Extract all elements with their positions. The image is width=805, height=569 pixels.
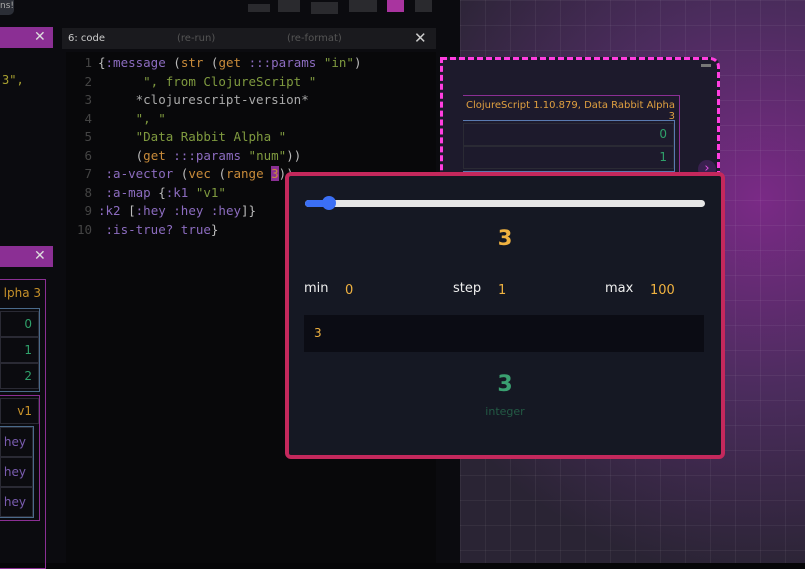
vector-item: 1	[463, 146, 674, 169]
vector-item: 2	[0, 363, 39, 389]
minimize-icon[interactable]	[701, 64, 711, 67]
code-panel-title: 6: code	[68, 33, 106, 44]
slider-thumb[interactable]	[322, 196, 336, 210]
left-result-header: ✕	[0, 246, 53, 267]
vector-item: 1	[0, 337, 39, 363]
map-box: v1 hey hey hey	[0, 395, 40, 521]
line-number: 10	[76, 221, 92, 237]
line-number: 5	[84, 129, 92, 144]
layout-icon-3[interactable]	[311, 2, 338, 14]
close-icon[interactable]: ✕	[34, 27, 46, 48]
map-value: v1	[0, 398, 39, 424]
layout-icon-2[interactable]	[278, 0, 300, 12]
rerun-button[interactable]: (re-run)	[177, 28, 215, 49]
value-input[interactable]: 3	[304, 315, 704, 352]
line-number: 9	[84, 203, 92, 218]
block-result-text: ClojureScript 1.10.879, Data Rabbit Alph…	[465, 100, 675, 122]
line-number: 2	[84, 73, 92, 89]
max-input[interactable]: 100	[650, 275, 715, 307]
result-title: lpha 3	[3, 286, 41, 300]
line-number: 1	[84, 55, 92, 70]
line-number: 6	[84, 147, 92, 163]
line-number: 7	[84, 166, 92, 181]
layout-icon-active[interactable]	[387, 0, 404, 12]
result-type: integer	[485, 405, 525, 418]
hey-item: hey	[0, 427, 33, 457]
line-number: 3	[84, 92, 92, 107]
reformat-button[interactable]: (re-format)	[287, 28, 342, 49]
code-panel-header: 6: code (re-run) (re-format) ✕	[62, 28, 436, 49]
notice-badge: ns!	[0, 0, 14, 15]
min-input[interactable]: 0	[345, 275, 410, 307]
max-label: max	[605, 281, 634, 296]
slider-popup: 3 min 0 step 1 max 100 3 3 integer	[285, 172, 725, 459]
min-label: min	[304, 281, 329, 296]
result-value: 3	[497, 372, 513, 397]
close-icon[interactable]: ✕	[34, 246, 46, 267]
hey-item: hey	[0, 487, 33, 517]
step-label: step	[453, 281, 482, 296]
step-input[interactable]: 1	[498, 275, 563, 307]
left-code-snippet: 3",	[2, 73, 24, 87]
vector-item: 0	[0, 311, 39, 337]
layout-icon-4[interactable]	[349, 0, 377, 12]
left-result-box: lpha 3 0 1 2 v1 hey hey hey	[0, 279, 46, 569]
line-number: 4	[84, 110, 92, 126]
hey-item: hey	[0, 457, 33, 487]
layout-icon-6[interactable]	[415, 0, 432, 12]
close-icon[interactable]: ✕	[414, 28, 427, 49]
vector-item: 0	[463, 123, 674, 146]
left-panel-header: ✕	[0, 27, 53, 48]
line-number: 8	[84, 184, 92, 200]
layout-icon-1[interactable]	[248, 4, 270, 12]
slider-track[interactable]	[305, 196, 705, 210]
slider-value: 3	[497, 226, 513, 250]
vector-box: 0 1 2	[0, 308, 40, 392]
hey-vector: hey hey hey	[0, 426, 34, 518]
